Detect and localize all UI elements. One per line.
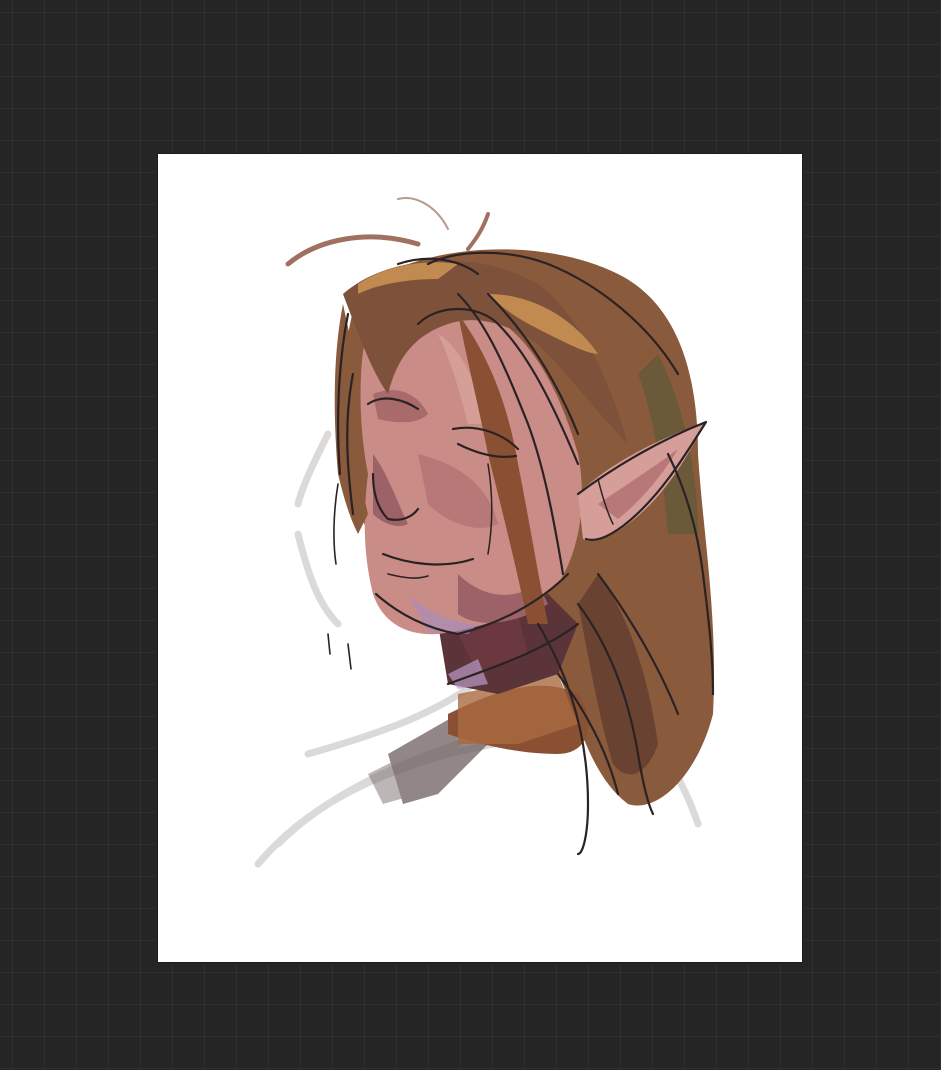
canvas-workspace[interactable] (0, 0, 941, 1070)
artwork-portrait (254, 197, 715, 868)
drawing-canvas[interactable] (158, 154, 802, 962)
